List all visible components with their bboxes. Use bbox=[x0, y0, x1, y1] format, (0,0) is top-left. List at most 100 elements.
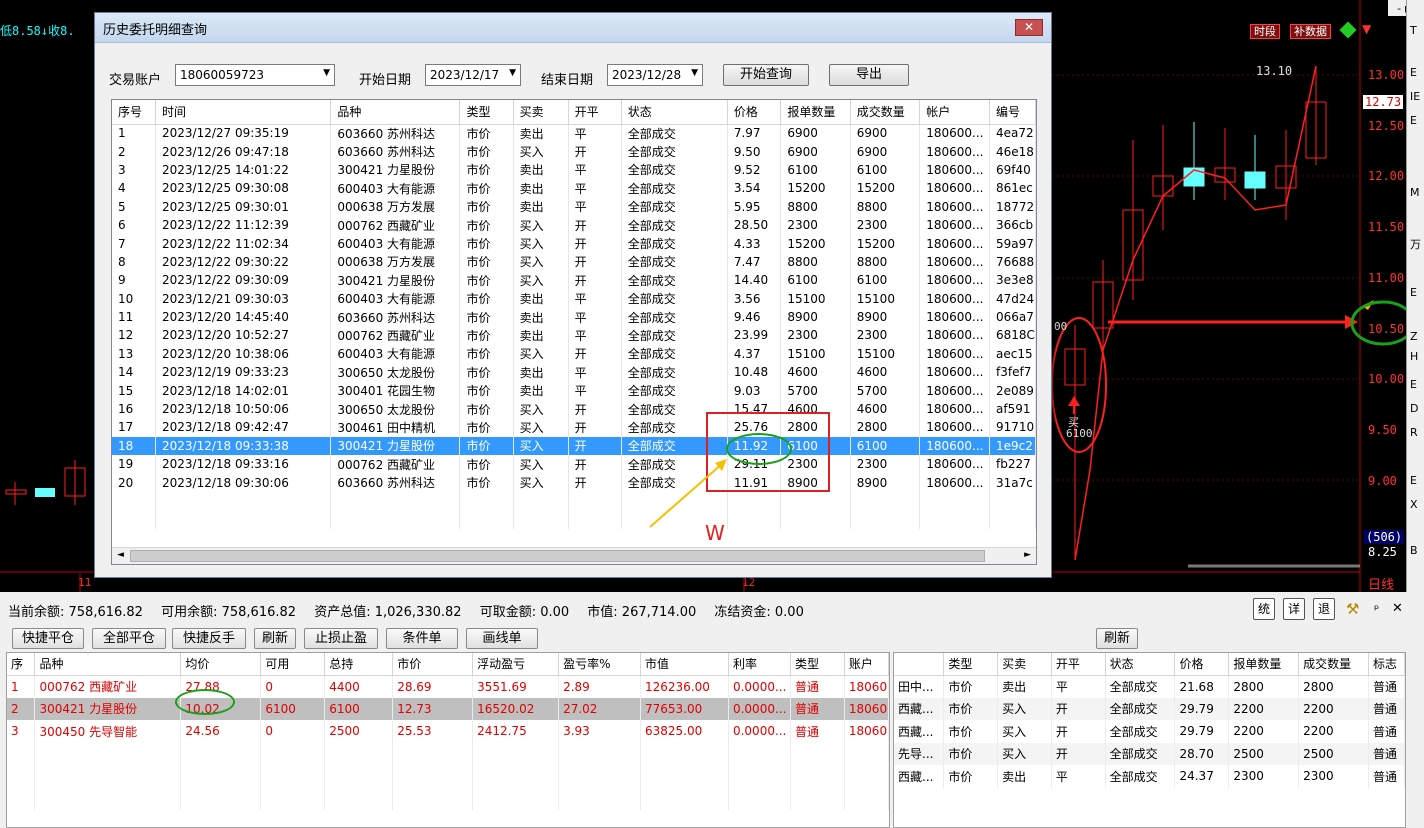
order-row[interactable]: 13 2023/12/20 10:38:06 600403 大有能源 市价 买入开全部成… bbox=[112, 344, 1036, 364]
order-row[interactable]: 15 2023/12/18 14:02:01 300401 花园生物 市价 卖出平全部成… bbox=[112, 381, 1036, 400]
table-cell: 14 bbox=[112, 363, 156, 382]
price-tick: 11.00 bbox=[1368, 271, 1405, 285]
strip-char[interactable]: T bbox=[1410, 24, 1417, 37]
table-cell: 5.95 bbox=[727, 197, 782, 216]
start-query-button[interactable]: 开始查询 bbox=[723, 64, 809, 86]
table-cell: 600403 大有能源 bbox=[330, 179, 461, 198]
empty-cell bbox=[727, 491, 782, 511]
order-row[interactable]: 9 2023/12/22 09:30:09 300421 力星股份 市价 买入开全部成交… bbox=[112, 271, 1036, 290]
refresh-orders-button[interactable]: 刷新 bbox=[1096, 628, 1138, 649]
export-button[interactable]: 导出 bbox=[829, 64, 909, 86]
strip-char[interactable]: IE bbox=[1410, 90, 1420, 103]
table-cell: 28.69 bbox=[392, 675, 474, 698]
scrollbar-thumb[interactable] bbox=[130, 550, 985, 562]
table-cell: 300650 太龙股份 bbox=[330, 363, 461, 382]
order-row[interactable]: 10 2023/12/21 09:30:03 600403 大有能源 市价 卖出平全部成… bbox=[112, 289, 1036, 308]
order-row[interactable]: 14 2023/12/19 09:33:23 300650 太龙股份 市价 卖出平全部成… bbox=[112, 363, 1036, 382]
line-order-button[interactable]: 画线单 bbox=[466, 628, 538, 649]
close-button[interactable]: ✕ bbox=[1015, 19, 1043, 36]
end-date-picker[interactable]: 2023/12/28 ▼ bbox=[607, 64, 703, 86]
detail-button[interactable]: 详 bbox=[1283, 598, 1305, 620]
exit-button[interactable]: 退 bbox=[1313, 598, 1335, 620]
strip-char[interactable]: X bbox=[1410, 498, 1418, 511]
order-row[interactable]: 18 2023/12/18 09:33:38 300421 力星股份 市价 买入开全部成… bbox=[112, 436, 1036, 456]
order-row[interactable]: 17 2023/12/18 09:42:47 300461 田中精机 市价 买入开全部成… bbox=[112, 418, 1036, 437]
pin-icon[interactable]: ᵖ bbox=[1374, 602, 1379, 616]
time-segment-button[interactable]: 时段 bbox=[1250, 24, 1280, 39]
stats-button[interactable]: 统 bbox=[1253, 598, 1275, 620]
order-history-grid[interactable]: 序号 时间 品种 类型 买卖 开平 状态 价格 报单数量 成交数量 帐户 编号 1 2023/12/27… bbox=[111, 99, 1037, 565]
scroll-right-icon[interactable]: ► bbox=[1024, 550, 1031, 560]
table-cell: 卖出 bbox=[513, 124, 569, 143]
order-row[interactable]: 西藏... 市价 卖出平全部成交 24.37 2300 2300 普通 bbox=[894, 765, 1405, 788]
order-row[interactable]: 3 2023/12/25 14:01:22 300421 力星股份 市价 卖出平全部成交… bbox=[112, 160, 1036, 180]
order-row[interactable]: 19 2023/12/18 09:33:16 000762 西藏矿业 市价 买入开全部成… bbox=[112, 455, 1036, 474]
strip-char[interactable]: H bbox=[1410, 350, 1418, 363]
start-date-picker[interactable]: 2023/12/17 ▼ bbox=[425, 64, 521, 86]
dialog-title[interactable]: 历史委托明细查询 bbox=[95, 13, 1051, 43]
table-cell: 卖出 bbox=[513, 289, 569, 308]
strip-char[interactable]: M bbox=[1410, 186, 1420, 199]
table-cell: 全部成交 bbox=[621, 179, 728, 198]
scroll-left-icon[interactable]: ◄ bbox=[117, 550, 124, 560]
position-row[interactable]: 1 000762 西藏矿业 27.88 0 4400 28.69 3551.69 2.89 12… bbox=[7, 675, 889, 698]
table-cell: 全部成交 bbox=[621, 326, 728, 345]
table-cell: 16520.02 bbox=[472, 697, 560, 720]
orders-panel[interactable]: 类型 买卖 开平 状态 价格 报单数量 成交数量 标志 田中... 市价 卖出平全部成交 21.68… bbox=[893, 652, 1406, 828]
order-row[interactable]: 4 2023/12/25 09:30:08 600403 大有能源 市价 卖出平全部成交… bbox=[112, 179, 1036, 198]
table-cell: 066a7 bbox=[989, 307, 1036, 327]
quick-reverse-button[interactable]: 快捷反手 bbox=[172, 628, 246, 649]
close-all-button[interactable]: 全部平仓 bbox=[92, 628, 166, 649]
order-row[interactable]: 西藏... 市价 买入开全部成交 29.79 2200 2200 普通 bbox=[894, 697, 1405, 720]
refresh-button[interactable]: 刷新 bbox=[254, 628, 296, 649]
tools-icon[interactable]: ⚒ bbox=[1346, 600, 1359, 618]
table-cell: 2023/12/22 11:12:39 bbox=[155, 215, 332, 235]
quick-close-button[interactable]: 快捷平仓 bbox=[12, 628, 84, 649]
strip-char[interactable]: E bbox=[1410, 378, 1417, 391]
strip-char[interactable]: B bbox=[1410, 544, 1418, 557]
strip-char[interactable]: E bbox=[1410, 286, 1417, 299]
close-panel-icon[interactable]: ✕ bbox=[1392, 601, 1403, 616]
stop-loss-button[interactable]: 止损止盈 bbox=[304, 628, 378, 649]
order-row[interactable]: 1 2023/12/27 09:35:19 603660 苏州科达 市价 卖出平全部成交… bbox=[112, 124, 1036, 143]
order-row[interactable]: 11 2023/12/20 14:45:40 603660 苏州科达 市价 卖出平全部成… bbox=[112, 307, 1036, 327]
strip-char[interactable]: E bbox=[1410, 66, 1417, 79]
strip-char[interactable]: E bbox=[1410, 474, 1417, 487]
strip-char[interactable]: D bbox=[1410, 402, 1418, 415]
end-date-label: 结束日期 bbox=[541, 73, 594, 88]
strip-char[interactable]: Z bbox=[1410, 330, 1418, 343]
order-row[interactable]: 5 2023/12/25 09:30:01 000638 万方发展 市价 卖出平全部成交… bbox=[112, 197, 1036, 216]
strip-char[interactable]: E bbox=[1410, 114, 1417, 127]
fill-data-button[interactable]: 补数据 bbox=[1290, 24, 1331, 39]
table-cell: 300650 太龙股份 bbox=[330, 399, 461, 419]
order-row[interactable]: 16 2023/12/18 10:50:06 300650 太龙股份 市价 买入开全部成… bbox=[112, 399, 1036, 419]
empty-cell bbox=[850, 491, 921, 511]
strip-char[interactable]: 万 bbox=[1410, 236, 1421, 252]
order-row[interactable]: 西藏... 市价 买入开全部成交 29.79 2200 2200 普通 bbox=[894, 720, 1405, 743]
empty-cell bbox=[472, 787, 560, 810]
positions-panel[interactable]: 序品种 均价 可用 总持 市价 浮动盈亏 盈亏率% 市值 利率 类型 账户 1 000762 西藏矿业… bbox=[6, 652, 890, 828]
conditional-order-button[interactable]: 条件单 bbox=[386, 628, 458, 649]
position-row[interactable]: 2 300421 力星股份 10.02 6100 6100 12.73 16520.02 27… bbox=[7, 697, 889, 720]
period-label[interactable]: 日线 bbox=[1368, 574, 1394, 592]
account-select[interactable]: 18060059723 ▼ bbox=[175, 64, 335, 86]
table-cell: 2023/12/18 10:50:06 bbox=[155, 399, 332, 419]
order-row[interactable]: 2 2023/12/26 09:47:18 603660 苏州科达 市价 买入开全部成交… bbox=[112, 142, 1036, 161]
position-row[interactable]: 3 300450 先导智能 24.56 0 2500 25.53 2412.75 3.93 63… bbox=[7, 720, 889, 743]
empty-cell bbox=[780, 510, 851, 529]
strip-char[interactable]: R bbox=[1410, 426, 1418, 439]
horizontal-scrollbar[interactable]: ◄ ► bbox=[112, 547, 1036, 564]
table-cell: 1e9c2 bbox=[989, 436, 1036, 456]
empty-cell bbox=[155, 491, 332, 511]
right-toolstrip[interactable]: T E IE E M 万 E Z H E D R E X B bbox=[1406, 0, 1424, 592]
order-row[interactable]: 6 2023/12/22 11:12:39 000762 西藏矿业 市价 买入开全部成交… bbox=[112, 215, 1036, 235]
order-row[interactable]: 12 2023/12/20 10:52:27 000762 西藏矿业 市价 卖出平全部成… bbox=[112, 326, 1036, 345]
order-row[interactable]: 7 2023/12/22 11:02:34 600403 大有能源 市价 买入开全部成交… bbox=[112, 234, 1036, 253]
order-row[interactable]: 田中... 市价 卖出平全部成交 21.68 2800 2800 普通 bbox=[894, 675, 1405, 698]
order-row[interactable]: 先导... 市价 买入开全部成交 28.70 2500 2500 普通 bbox=[894, 742, 1405, 765]
empty-cell bbox=[790, 765, 845, 788]
price-tick: 12.00 bbox=[1368, 169, 1405, 183]
order-row[interactable]: 20 2023/12/18 09:30:06 603660 苏州科达 市价 买入开全部成… bbox=[112, 473, 1036, 492]
order-row[interactable]: 8 2023/12/22 09:30:22 000638 万方发展 市价 买入开全部成交… bbox=[112, 252, 1036, 272]
dropdown-icon[interactable]: ▼ bbox=[1362, 22, 1371, 36]
